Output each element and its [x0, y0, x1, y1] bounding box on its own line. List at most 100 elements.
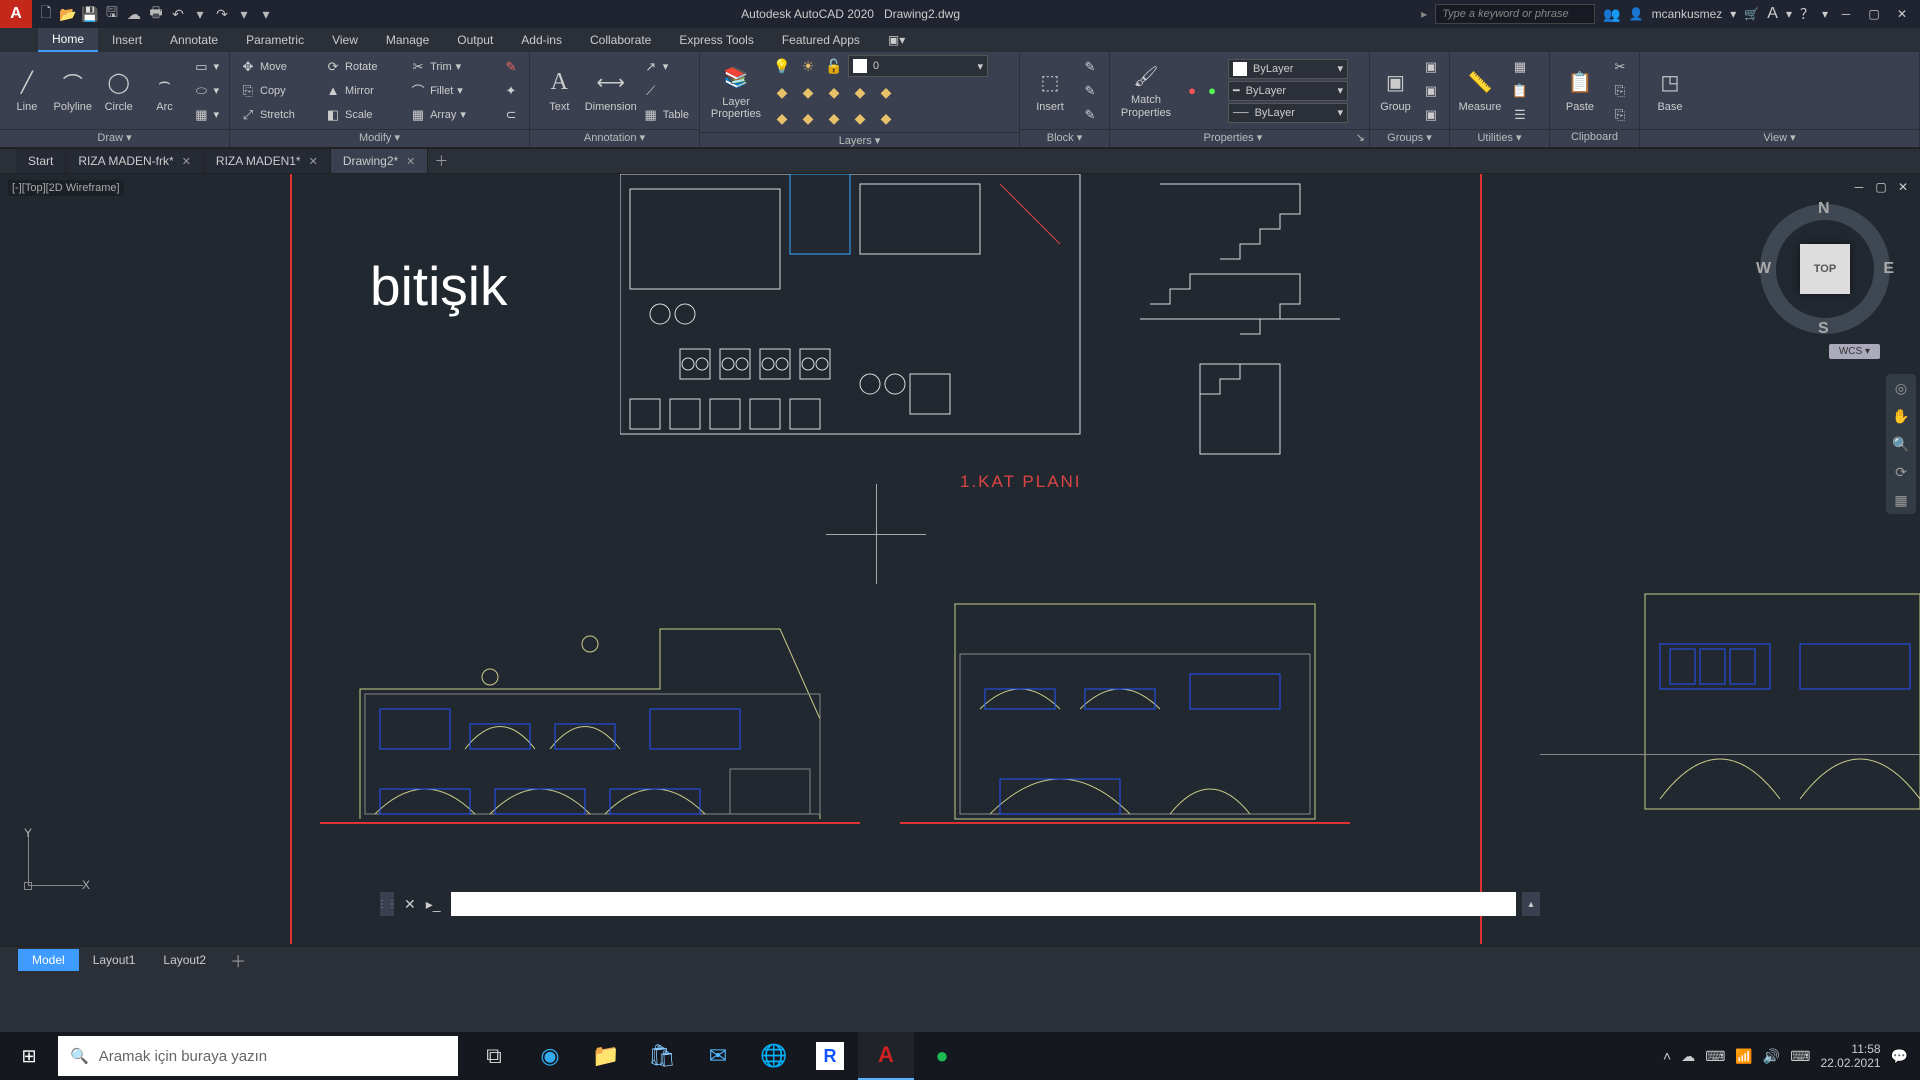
scale-button[interactable]: ◧Scale	[321, 104, 402, 126]
store-icon[interactable]: 🛍	[634, 1032, 690, 1080]
layers-panel-title[interactable]: Layers ▾	[700, 132, 1019, 147]
spotify-icon[interactable]: ●	[914, 1032, 970, 1080]
rotate-button[interactable]: ⟳Rotate	[321, 56, 402, 78]
notifications-icon[interactable]: 💬	[1891, 1048, 1908, 1065]
groups-panel-title[interactable]: Groups ▾	[1370, 129, 1449, 147]
close-icon[interactable]: ✕	[406, 155, 415, 168]
array-button[interactable]: ▦Array ▾	[406, 104, 495, 126]
arc-button[interactable]: ⌢Arc	[144, 56, 186, 126]
leader-button[interactable]: ↗▾	[639, 56, 693, 78]
tab-collaborate[interactable]: Collaborate	[576, 29, 665, 51]
taskview-icon[interactable]: ⧉	[466, 1032, 522, 1080]
annotation-panel-title[interactable]: Annotation ▾	[530, 129, 699, 147]
layer-tool-10[interactable]: ◆	[874, 106, 898, 130]
measure-button[interactable]: 📏Measure	[1456, 56, 1504, 126]
nav-zoom-icon[interactable]: 🔍	[1891, 434, 1911, 454]
tab-output[interactable]: Output	[443, 29, 507, 51]
filetab-2[interactable]: RIZA MADEN1*✕	[204, 149, 331, 173]
properties-panel-title[interactable]: Properties ▾ ↘	[1110, 129, 1369, 147]
table-button[interactable]: ▦Table	[639, 104, 693, 126]
nav-wheel-icon[interactable]: ◎	[1891, 378, 1911, 398]
undo-drop-icon[interactable]: ▾	[190, 4, 210, 24]
onedrive-icon[interactable]: ☁	[1681, 1048, 1695, 1065]
hatch-button[interactable]: ▦▾	[189, 104, 223, 126]
bulb-icon[interactable]: 💡	[770, 54, 794, 78]
layer-tool-7[interactable]: ◆	[796, 106, 820, 130]
cmd-handle[interactable]: ⋮⋮	[380, 892, 394, 916]
layer-tool-8[interactable]: ◆	[822, 106, 846, 130]
text-button[interactable]: AText	[536, 56, 583, 126]
chrome-icon[interactable]: 🌐	[746, 1032, 802, 1080]
layer-tool-9[interactable]: ◆	[848, 106, 872, 130]
filetab-3[interactable]: Drawing2*✕	[331, 149, 429, 173]
app-switcher-icon[interactable]: A	[1767, 5, 1778, 23]
tab-featuredapps[interactable]: Featured Apps	[768, 29, 874, 51]
copy-button[interactable]: ⎘Copy	[236, 80, 317, 102]
tab-expresstools[interactable]: Express Tools	[665, 29, 767, 51]
cmd-close-icon[interactable]: ✕	[404, 896, 416, 913]
layout-model[interactable]: Model	[18, 949, 79, 971]
command-input[interactable]	[451, 892, 1516, 916]
view-panel-title[interactable]: View ▾	[1640, 129, 1919, 147]
vp-close[interactable]: ✕	[1894, 178, 1912, 196]
line-button[interactable]: ╱Line	[6, 56, 48, 126]
start-button[interactable]: ⊞	[0, 1032, 58, 1080]
nav-pan-icon[interactable]: ✋	[1891, 406, 1911, 426]
close-icon[interactable]: ✕	[182, 155, 191, 168]
nav-orbit-icon[interactable]: ⟳	[1891, 462, 1911, 482]
block-create-button[interactable]: ✎	[1078, 80, 1102, 102]
vc-west[interactable]: W	[1756, 260, 1771, 278]
paste-button[interactable]: 📋Paste	[1556, 56, 1604, 126]
tab-annotate[interactable]: Annotate	[156, 29, 232, 51]
trim-button[interactable]: ✂Trim ▾	[406, 56, 495, 78]
stretch-button[interactable]: ⤢Stretch	[236, 104, 317, 126]
color-dropdown[interactable]: ByLayer▾	[1228, 59, 1348, 79]
lang-icon[interactable]: ⌨	[1790, 1048, 1810, 1065]
user-icon[interactable]: 👤	[1629, 7, 1644, 21]
tray-up-icon[interactable]: ˄	[1663, 1048, 1671, 1064]
tab-slideshow-icon[interactable]: ▣▾	[874, 29, 919, 51]
block-panel-title[interactable]: Block ▾	[1020, 129, 1109, 147]
utilities-panel-title[interactable]: Utilities ▾	[1450, 129, 1549, 147]
cart-icon[interactable]: 🛒	[1744, 7, 1759, 21]
web-save-icon[interactable]: ☁	[124, 4, 144, 24]
layout-2[interactable]: Layout2	[149, 949, 220, 971]
color-circle-icon[interactable]: ●●	[1180, 80, 1224, 102]
save-icon[interactable]: 💾	[80, 4, 100, 24]
tab-addins[interactable]: Add-ins	[507, 29, 576, 51]
vc-north[interactable]: N	[1818, 200, 1830, 218]
explorer-icon[interactable]: 📁	[578, 1032, 634, 1080]
move-button[interactable]: ✥Move	[236, 56, 317, 78]
wcs-badge[interactable]: WCS ▾	[1829, 344, 1880, 359]
block-attr-button[interactable]: ✎	[1078, 104, 1102, 126]
wifi-icon[interactable]: 📶	[1735, 1048, 1752, 1065]
cut-button[interactable]: ✂	[1608, 56, 1632, 78]
copybase-button[interactable]: ⎘	[1608, 104, 1632, 126]
util-1[interactable]: ▦	[1508, 56, 1532, 78]
minimize-button[interactable]: ─	[1836, 4, 1856, 24]
plot-icon[interactable]: 🖶	[146, 4, 166, 24]
maximize-button[interactable]: ▢	[1864, 4, 1884, 24]
open-icon[interactable]: 📂	[58, 4, 78, 24]
layer-properties-button[interactable]: 📚Layer Properties	[706, 57, 766, 127]
polyline-button[interactable]: ⌒Polyline	[52, 56, 94, 126]
util-3[interactable]: ☰	[1508, 104, 1532, 126]
match-properties-button[interactable]: 🖌Match Properties	[1116, 56, 1176, 126]
offset-button[interactable]: ⊂	[499, 104, 523, 126]
revit-icon[interactable]: R	[816, 1042, 844, 1070]
base-button[interactable]: ◳Base	[1646, 56, 1694, 126]
sun-icon[interactable]: ☀	[796, 54, 820, 78]
circle-button[interactable]: ◯Circle	[98, 56, 140, 126]
vp-minimize[interactable]: ─	[1850, 178, 1868, 196]
fillet-button[interactable]: ⌒Fillet ▾	[406, 80, 495, 102]
close-button[interactable]: ✕	[1892, 4, 1912, 24]
dimension-button[interactable]: ⟷Dimension	[587, 56, 635, 126]
signin-icon[interactable]: 👥	[1603, 6, 1620, 23]
lock-icon[interactable]: 🔓	[822, 54, 846, 78]
modify-panel-title[interactable]: Modify ▾	[230, 129, 529, 147]
edge-icon[interactable]: ◉	[522, 1032, 578, 1080]
user-drop-icon[interactable]: ▾	[1730, 7, 1736, 21]
vp-maximize[interactable]: ▢	[1872, 178, 1890, 196]
ungroup-button[interactable]: ▣	[1419, 56, 1443, 78]
layer-dropdown[interactable]: 0▾	[848, 55, 988, 77]
